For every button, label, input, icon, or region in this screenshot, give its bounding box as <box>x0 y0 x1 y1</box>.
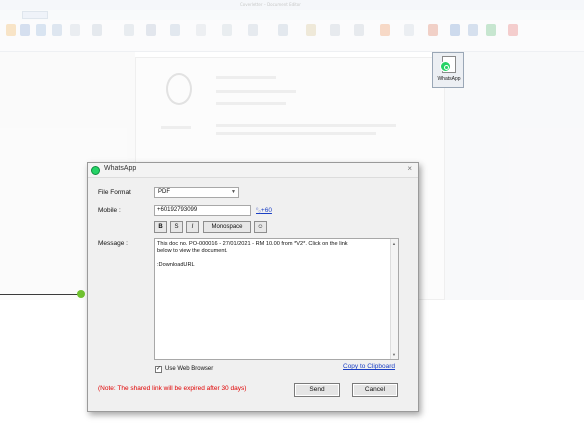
whatsapp-icon <box>91 166 100 175</box>
whatsapp-ribbon-label: WhatsApp <box>437 76 461 82</box>
ribbon-icon <box>248 24 258 36</box>
expiry-note: (Note: The shared link will be expired a… <box>98 385 247 392</box>
ribbon-icon <box>404 24 414 36</box>
cancel-button[interactable]: Cancel <box>352 383 398 397</box>
ribbon-icon <box>486 24 496 36</box>
copy-to-clipboard-link[interactable]: Copy to Clipboard <box>343 363 395 370</box>
ribbon-icon <box>36 24 46 36</box>
ribbon-icon <box>222 24 232 36</box>
monospace-button[interactable]: Monospace <box>203 221 251 233</box>
ribbon-icon <box>52 24 62 36</box>
scroll-down-icon[interactable]: ▼ <box>392 351 396 358</box>
ribbon-icon <box>20 24 30 36</box>
file-format-label: File Format <box>98 189 131 196</box>
background-tab <box>22 11 48 19</box>
ribbon-icon <box>146 24 156 36</box>
emoji-button[interactable]: ☺ <box>254 221 267 233</box>
dialog-title: WhatsApp <box>104 165 137 172</box>
message-line: :DownloadURL <box>157 262 195 268</box>
ribbon-icon <box>124 24 134 36</box>
callout-dot <box>77 290 85 298</box>
country-code-link[interactable]: ⁰₀+60 <box>256 207 272 214</box>
message-textarea[interactable]: This doc no. PO-000016 - 27/01/2021 - RM… <box>154 238 399 360</box>
ribbon-icon <box>330 24 340 36</box>
country-code-text: +60 <box>260 207 272 214</box>
ribbon-icon <box>6 24 16 36</box>
ribbon-icon <box>380 24 390 36</box>
message-scrollbar[interactable]: ▲ ▼ <box>390 239 398 359</box>
scroll-up-icon[interactable]: ▲ <box>392 240 396 247</box>
egg-logo <box>166 73 192 105</box>
ribbon-icon <box>306 24 316 36</box>
message-label: Message : <box>98 240 128 247</box>
doc-line <box>216 124 396 127</box>
ribbon-icon <box>92 24 102 36</box>
ribbon-icon <box>450 24 460 36</box>
background-right-panel <box>445 52 584 300</box>
background-app-title: Coverletter – Document Editor <box>0 0 584 10</box>
ribbon-icon <box>468 24 478 36</box>
doc-line <box>216 102 286 105</box>
strikethrough-button[interactable]: S <box>170 221 183 233</box>
callout-line <box>0 294 80 295</box>
whatsapp-icon <box>440 61 451 72</box>
bold-button[interactable]: B <box>154 221 167 233</box>
background-ribbon-tabs <box>0 10 584 20</box>
ribbon-icon <box>196 24 206 36</box>
mobile-label: Mobile : <box>98 207 121 214</box>
whatsapp-dialog: WhatsApp × File Format PDF ▼ Mobile : +6… <box>87 162 419 412</box>
message-line: below to view the document. <box>157 248 228 254</box>
dialog-titlebar: WhatsApp × <box>88 163 418 178</box>
background-ribbon <box>0 20 584 52</box>
emoji-icon: ☺ <box>257 224 264 230</box>
use-web-browser-label: Use Web Browser <box>165 366 214 372</box>
ribbon-icon <box>70 24 80 36</box>
whatsapp-ribbon-button[interactable]: WhatsApp <box>432 52 464 88</box>
ribbon-icon <box>354 24 364 36</box>
mobile-field[interactable]: +60192793099 <box>154 205 251 216</box>
message-line <box>157 255 386 262</box>
ribbon-icon <box>278 24 288 36</box>
doc-line <box>216 132 376 135</box>
message-line: This doc no. PO-000016 - 27/01/2021 - RM… <box>157 241 348 247</box>
file-format-value: PDF <box>158 189 170 195</box>
doc-line <box>161 126 191 129</box>
screen: Coverletter – Document Editor WhatsApp W… <box>0 0 584 423</box>
ribbon-icon <box>428 24 438 36</box>
ribbon-icon <box>508 24 518 36</box>
send-button[interactable]: Send <box>294 383 340 397</box>
doc-line <box>216 76 276 79</box>
close-icon[interactable]: × <box>407 164 412 173</box>
use-web-browser-checkbox[interactable]: ✓ <box>155 366 162 373</box>
ribbon-icon <box>170 24 180 36</box>
file-format-select[interactable]: PDF ▼ <box>154 187 239 198</box>
chevron-down-icon: ▼ <box>231 189 236 195</box>
doc-line <box>216 90 296 93</box>
italic-button[interactable]: I <box>186 221 199 233</box>
